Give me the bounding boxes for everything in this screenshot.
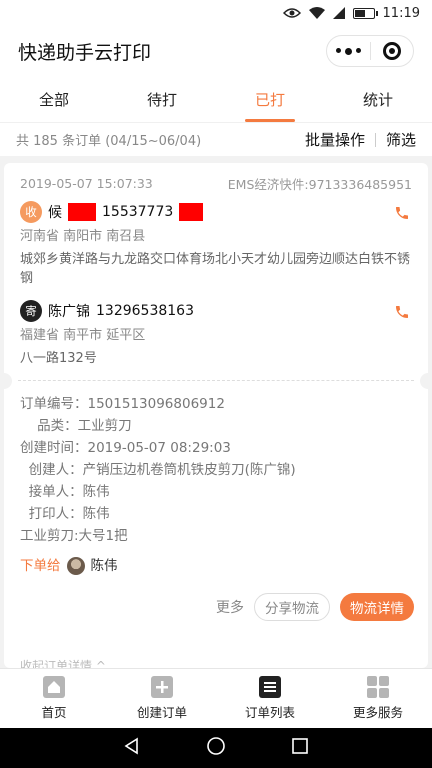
tab-all[interactable]: 全部 (0, 76, 108, 122)
system-nav-bar (0, 728, 432, 768)
bottom-nav: 首页 创建订单 订单列表 更多服务 (0, 668, 432, 728)
eye-icon (282, 7, 301, 19)
page-title: 快递助手云打印 (18, 41, 152, 64)
detail-key: 品类： (20, 418, 78, 434)
avatar (66, 557, 85, 575)
status-bar: 11:19 (0, 0, 432, 26)
title-bar: 快递助手云打印 (0, 26, 432, 76)
redaction-box (179, 203, 204, 221)
receiver-region: 河南省 南阳市 南召县 (20, 229, 146, 244)
receiver-block: 收 候 15537773 河南省 南阳市 南召县 城郊乡黄洋路与九龙路交口体育场… (4, 193, 428, 288)
order-details: 订单编号： 1501513096806912 品类： 工业剪刀 创建时间： 2019-… (4, 381, 428, 577)
share-logistics-button[interactable]: 分享物流 (254, 593, 330, 621)
target-icon (382, 42, 401, 60)
more-button[interactable]: 更多 (216, 597, 244, 617)
more-dots-icon (335, 47, 361, 55)
order-acceptor: 陈伟 (82, 484, 110, 500)
tab-to-print[interactable]: 待打 (108, 76, 216, 122)
receiver-badge: 收 (20, 201, 42, 223)
receiver-address: 城郊乡黄洋路与九龙路交口体育场北小天才幼儿园旁边顺达白铁不锈钢 (20, 252, 411, 286)
assign-label: 下单给 (20, 558, 61, 574)
sender-name: 陈广锦 (48, 304, 90, 320)
nav-label: 创建订单 (136, 705, 187, 720)
assigned-to: 下单给 陈伟 (20, 555, 412, 577)
order-actions: 更多 分享物流 物流详情 (4, 593, 428, 621)
sender-phone: 13296538163 (96, 303, 194, 319)
detail-key: 创建时间： (20, 440, 88, 456)
nav-label: 更多服务 (352, 705, 403, 720)
order-summary: 共 185 条订单 (04/15~06/04) 批量操作 筛选 (0, 122, 432, 156)
order-creator: 产销压边机卷筒机铁皮剪刀(陈广锦) (82, 462, 296, 478)
order-datetime: 2019-05-07 15:07:33 (20, 175, 153, 191)
wifi-icon (308, 7, 325, 19)
nav-label: 订单列表 (244, 705, 295, 720)
nav-order-list[interactable]: 订单列表 (216, 669, 324, 728)
receiver-name: 候 (48, 205, 62, 221)
signal-icon (332, 7, 345, 19)
order-created-time: 2019-05-07 08:29:03 (87, 440, 231, 456)
home-circle-icon[interactable] (206, 736, 226, 760)
call-receiver-icon[interactable] (394, 205, 410, 225)
home-icon (43, 676, 65, 698)
miniprogram-capsule (326, 35, 414, 67)
filter-button[interactable]: 筛选 (386, 129, 416, 150)
sender-region: 福建省 南平市 延平区 (20, 328, 146, 343)
receiver-phone: 15537773 (102, 204, 174, 220)
sender-badge: 寄 (20, 300, 42, 322)
order-tabs: 全部 待打 已打 统计 (0, 76, 432, 122)
assignee-name: 陈伟 (90, 558, 118, 574)
plus-icon (151, 676, 173, 698)
order-card: 2019-05-07 15:07:33 EMS经济快件:971333648595… (4, 163, 428, 668)
order-goods: 工业剪刀:大号1把 (20, 528, 128, 544)
sender-block: 寄 陈广锦 13296538163 福建省 南平市 延平区 八一路132号 (4, 288, 428, 368)
recents-icon[interactable] (291, 737, 309, 759)
detail-key: 打印人： (20, 506, 83, 522)
order-printer: 陈伟 (82, 506, 110, 522)
clock: 11:19 (382, 5, 420, 21)
nav-label: 首页 (41, 705, 67, 720)
detail-key: 订单编号： (20, 396, 88, 412)
courier-tracking: EMS经济快件:9713336485951 (227, 176, 412, 192)
list-icon (259, 676, 281, 698)
battery-icon (352, 7, 378, 19)
close-miniprogram-button[interactable] (371, 36, 414, 66)
order-number: 1501513096806912 (87, 396, 225, 412)
nav-more-services[interactable]: 更多服务 (324, 669, 432, 728)
sender-address: 八一路132号 (20, 351, 97, 366)
tab-statistics[interactable]: 统计 (324, 76, 432, 122)
grid-icon (367, 676, 389, 698)
batch-operation-button[interactable]: 批量操作 (305, 129, 365, 150)
more-menu-button[interactable] (327, 36, 370, 66)
detail-key: 接单人： (20, 484, 83, 500)
collapse-details-link[interactable]: 收起订单详情 ^ (20, 657, 106, 668)
order-category: 工业剪刀 (77, 418, 132, 434)
divider (4, 373, 428, 389)
order-count: 共 185 条订单 (04/15~06/04) (16, 134, 202, 149)
nav-create-order[interactable]: 创建订单 (108, 669, 216, 728)
detail-key: 创建人： (20, 462, 83, 478)
nav-home[interactable]: 首页 (0, 669, 108, 728)
logistics-detail-button[interactable]: 物流详情 (340, 593, 414, 621)
back-icon[interactable] (123, 737, 141, 759)
tab-printed[interactable]: 已打 (216, 76, 324, 122)
redaction-box (68, 203, 96, 221)
call-sender-icon[interactable] (394, 304, 410, 324)
